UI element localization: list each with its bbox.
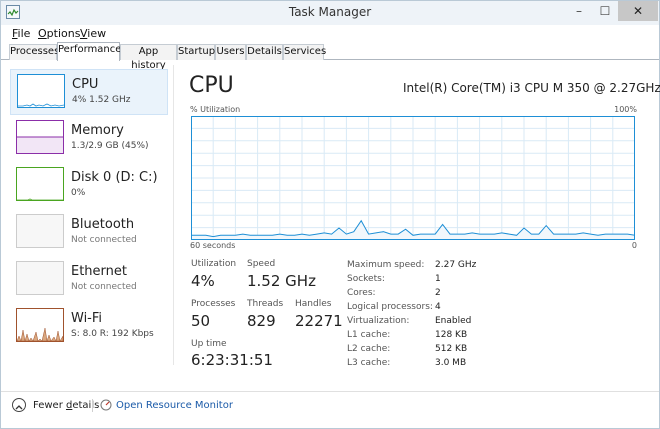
- speed-value: 1.52 GHz: [247, 272, 316, 290]
- sidebar-item-memory[interactable]: Memory 1.3/2.9 GB (45%): [10, 116, 168, 162]
- graph-x-min-label: 0: [631, 241, 637, 250]
- processes-label: Processes: [191, 299, 236, 309]
- sidebar-ethernet-sub: Not connected: [71, 282, 137, 292]
- graph-gridlines: [191, 116, 635, 240]
- cpu-model-name: Intel(R) Core(TM) i3 CPU M 350 @ 2.27GHz: [403, 81, 660, 95]
- graph-x-label: 60 seconds: [190, 241, 236, 250]
- sidebar-wifi-sub: S: 8.0 R: 192 Kbps: [71, 329, 154, 339]
- minimize-button[interactable]: –: [566, 1, 592, 21]
- sidebar-memory-title: Memory: [71, 123, 124, 138]
- tab-performance[interactable]: Performance: [57, 42, 121, 61]
- graph-y-label: % Utilization: [190, 105, 241, 114]
- bluetooth-thumbnail-graph: [16, 214, 64, 248]
- handles-value: 22271: [295, 312, 343, 330]
- menu-file[interactable]: File: [12, 27, 30, 40]
- info-value-cores: 2: [435, 288, 441, 298]
- menu-options-accesskey: O: [38, 27, 47, 40]
- open-resource-monitor-link[interactable]: Open Resource Monitor: [116, 400, 233, 411]
- processes-value: 50: [191, 312, 211, 330]
- info-value-l1-cache: 128 KB: [435, 330, 468, 340]
- sidebar-item-disk[interactable]: Disk 0 (D: C:) 0%: [10, 163, 168, 209]
- sidebar-item-bluetooth[interactable]: Bluetooth Not connected: [10, 210, 168, 256]
- close-button[interactable]: ✕: [618, 1, 658, 21]
- cpu-utilization-graph: [191, 116, 635, 240]
- task-manager-window: Task Manager – ☐ ✕ File Options View Pro…: [0, 0, 660, 429]
- menu-options-label: ptions: [46, 27, 81, 40]
- info-value-l2-cache: 512 KB: [435, 344, 468, 354]
- sidebar-item-wifi[interactable]: Wi-Fi S: 8.0 R: 192 Kbps: [10, 304, 168, 350]
- chevron-up-icon: [15, 405, 23, 410]
- resource-sidebar: CPU 4% 1.52 GHz Memory 1.3/2.9 GB (45%) …: [10, 65, 170, 365]
- info-label-virtualization: Virtualization:: [347, 316, 410, 326]
- utilization-value: 4%: [191, 272, 215, 290]
- menu-options[interactable]: Options: [38, 27, 80, 40]
- cpu-thumbnail-graph: [17, 74, 65, 108]
- info-label-l1-cache: L1 cache:: [347, 330, 391, 340]
- sidebar-disk-sub: 0%: [71, 188, 86, 198]
- info-value-l3-cache: 3.0 MB: [435, 358, 467, 368]
- utilization-label: Utilization: [191, 259, 237, 269]
- threads-label: Threads: [247, 299, 284, 309]
- tab-services[interactable]: Services: [283, 44, 326, 60]
- footer-separator: [92, 399, 93, 412]
- memory-thumbnail-graph: [16, 120, 64, 154]
- info-label-max-speed: Maximum speed:: [347, 260, 425, 270]
- sidebar-item-ethernet[interactable]: Ethernet Not connected: [10, 257, 168, 303]
- menu-view[interactable]: View: [80, 27, 106, 40]
- sidebar-bluetooth-sub: Not connected: [71, 235, 137, 245]
- tab-strip: Processes Performance App history Startu…: [1, 42, 659, 71]
- sidebar-cpu-title: CPU: [72, 77, 99, 92]
- tab-startup[interactable]: Startup: [177, 44, 215, 60]
- speed-label: Speed: [247, 259, 276, 269]
- info-value-max-speed: 2.27 GHz: [435, 260, 477, 270]
- ethernet-thumbnail-graph: [16, 261, 64, 295]
- info-label-l2-cache: L2 cache:: [347, 344, 391, 354]
- info-value-sockets: 1: [435, 274, 441, 284]
- sidebar-divider: [173, 65, 174, 365]
- fewer-details-link[interactable]: Fewer details: [33, 400, 99, 411]
- sidebar-memory-sub: 1.3/2.9 GB (45%): [71, 141, 149, 151]
- title-bar: Task Manager – ☐ ✕: [1, 1, 659, 25]
- info-label-sockets: Sockets:: [347, 274, 385, 284]
- handles-label: Handles: [295, 299, 332, 309]
- menu-bar: File Options View: [1, 25, 659, 42]
- info-value-logical-processors: 4: [435, 302, 441, 312]
- info-label-cores: Cores:: [347, 288, 376, 298]
- info-value-virtualization: Enabled: [435, 316, 472, 326]
- info-label-l3-cache: L3 cache:: [347, 358, 391, 368]
- uptime-label: Up time: [191, 339, 227, 349]
- sidebar-wifi-title: Wi-Fi: [71, 311, 103, 326]
- graph-y-max-label: 100%: [614, 105, 637, 114]
- sidebar-bluetooth-title: Bluetooth: [71, 217, 135, 232]
- uptime-value: 6:23:31:51: [191, 351, 273, 369]
- menu-file-label: ile: [17, 27, 31, 40]
- resource-monitor-icon: [100, 399, 112, 411]
- info-label-logical-processors: Logical processors:: [347, 302, 433, 312]
- fewer-details-accesskey: d: [65, 400, 73, 411]
- tab-processes[interactable]: Processes: [9, 44, 59, 60]
- page-title: CPU: [189, 73, 234, 98]
- wifi-thumbnail-graph: [16, 308, 64, 342]
- tab-app-history[interactable]: App history: [120, 44, 177, 71]
- footer-bar: Fewer details Open Resource Monitor: [1, 391, 659, 417]
- menu-view-label: iew: [87, 27, 107, 40]
- sidebar-disk-title: Disk 0 (D: C:): [71, 170, 158, 185]
- sidebar-item-cpu[interactable]: CPU 4% 1.52 GHz: [10, 69, 168, 115]
- disk-thumbnail-graph: [16, 167, 64, 201]
- window-title: Task Manager: [288, 5, 372, 19]
- sidebar-ethernet-title: Ethernet: [71, 264, 127, 279]
- tab-details[interactable]: Details: [246, 44, 283, 60]
- maximize-button[interactable]: ☐: [592, 1, 618, 21]
- fewer-details-toggle[interactable]: [12, 398, 26, 412]
- sidebar-cpu-sub: 4% 1.52 GHz: [72, 95, 131, 105]
- threads-value: 829: [247, 312, 276, 330]
- tab-users[interactable]: Users: [215, 44, 246, 60]
